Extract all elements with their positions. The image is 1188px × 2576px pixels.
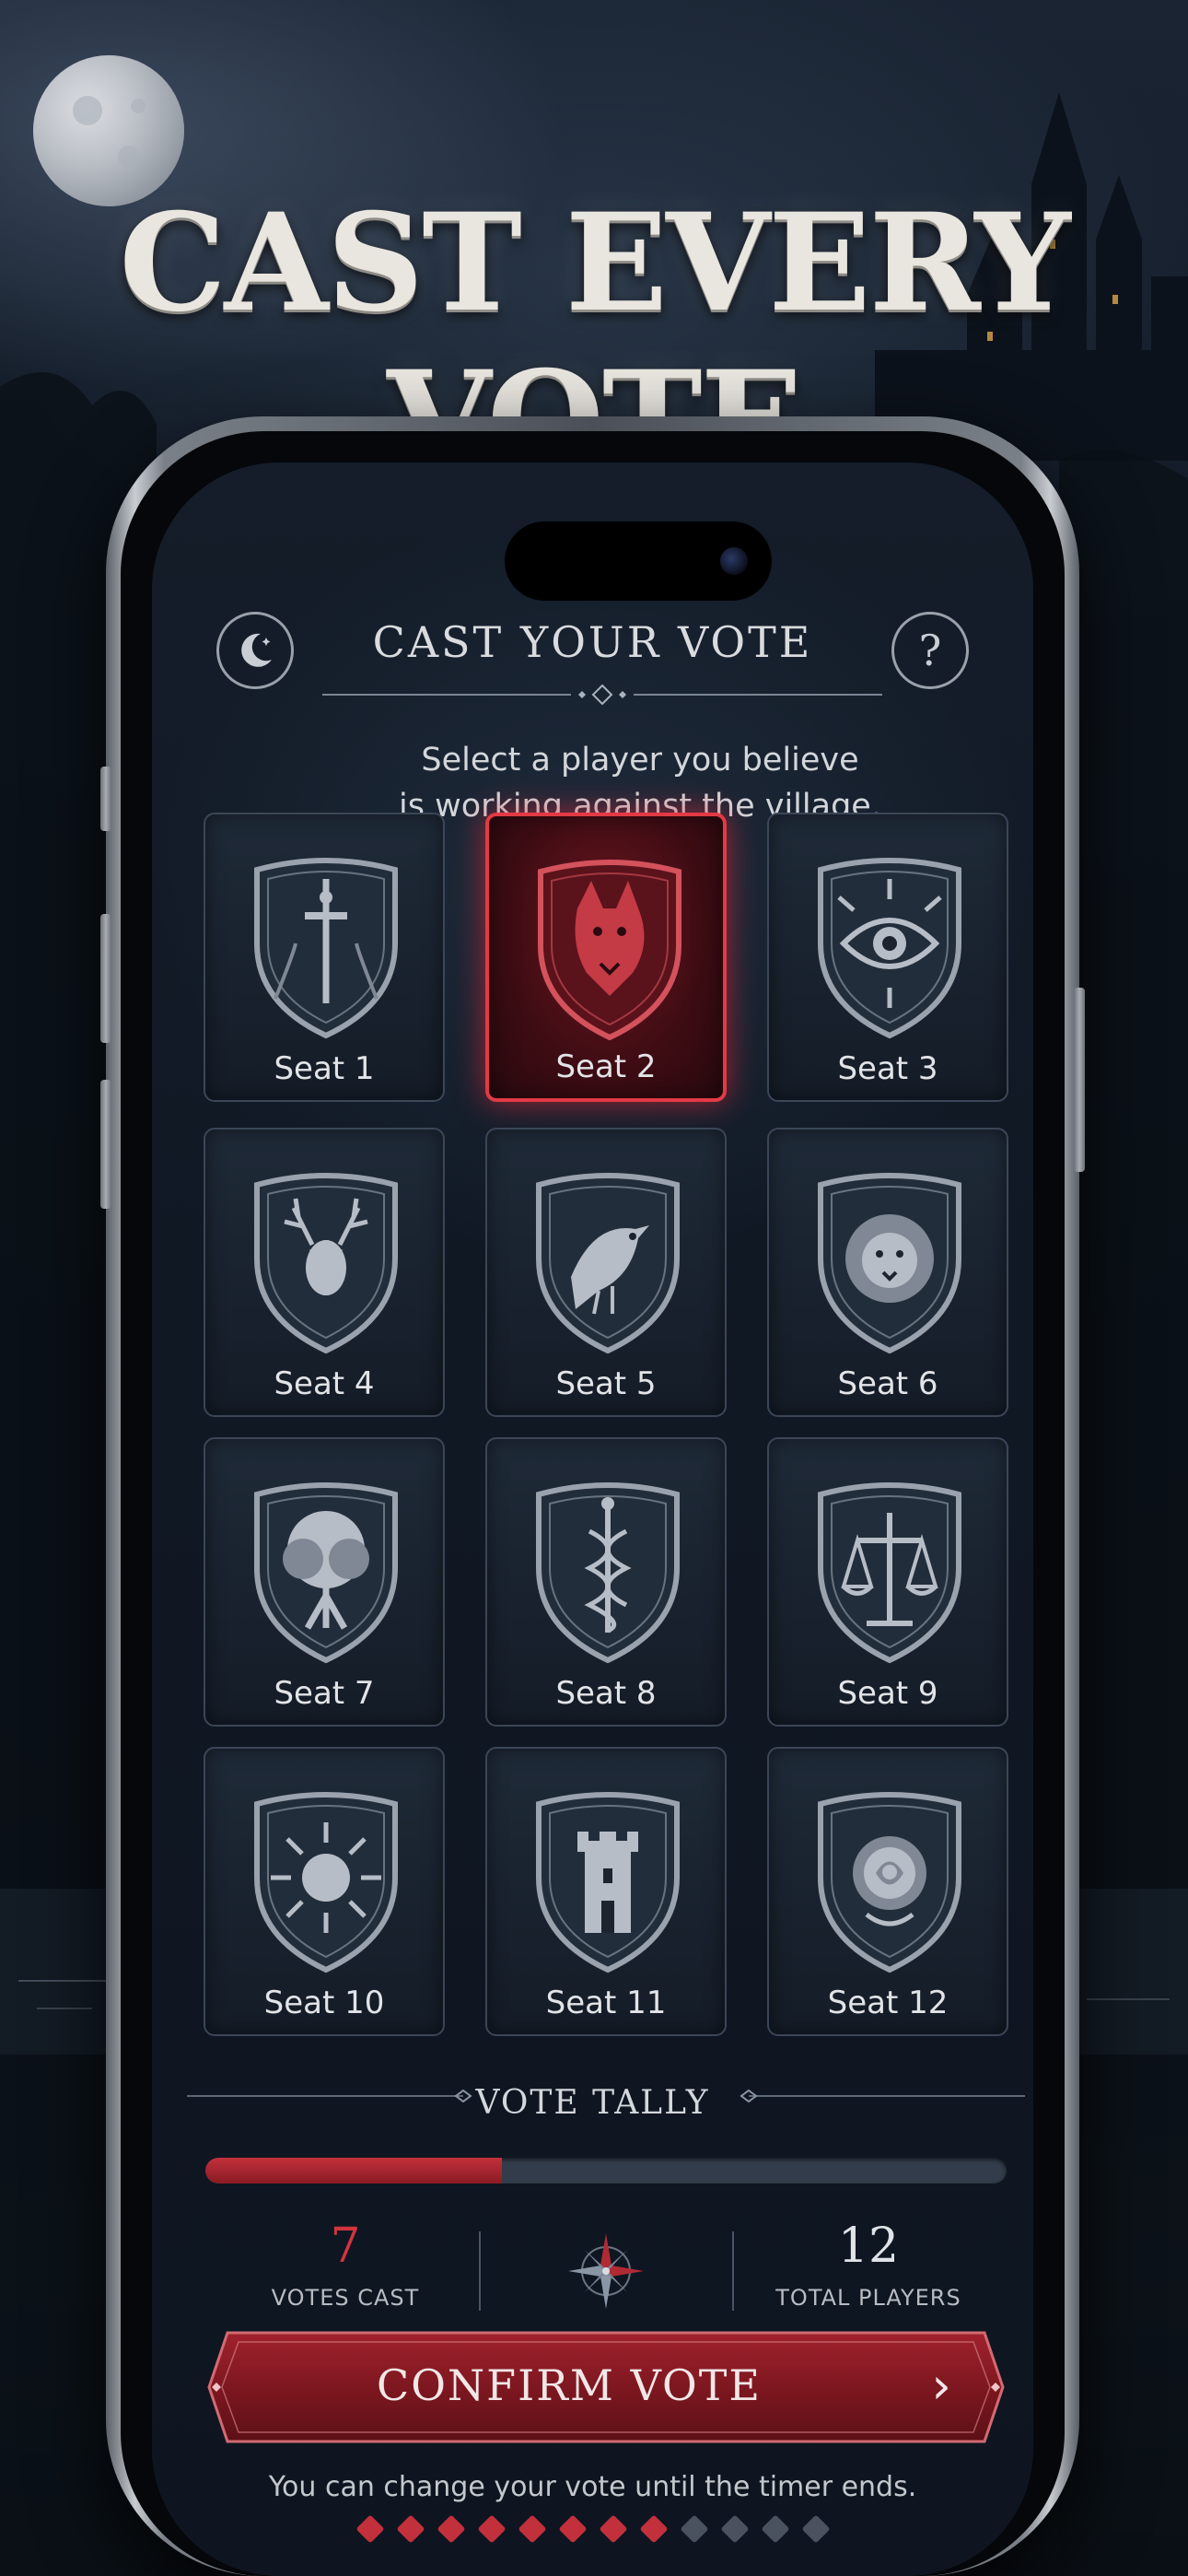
eye-icon (802, 842, 977, 1045)
seat-card-8[interactable]: Seat 8 (485, 1437, 727, 1727)
confirm-vote-label: CONFIRM VOTE (377, 2360, 762, 2410)
page-indicator-dot (800, 2514, 831, 2544)
total-players-value: 12 (837, 2219, 900, 2274)
seat-label: Seat 6 (837, 1365, 938, 1402)
seat-card-4[interactable]: Seat 4 (204, 1128, 445, 1417)
seat-label: Seat 7 (274, 1675, 375, 1712)
stag-icon (239, 1157, 413, 1360)
volume-down-button (100, 1080, 111, 1209)
phone-frame: ? CAST YOUR VOTE Select a player you bel… (100, 416, 1085, 2576)
seat-card-6[interactable]: Seat 6 (767, 1128, 1008, 1417)
raven-icon (520, 1157, 695, 1360)
seat-card-9[interactable]: Seat 9 (767, 1437, 1008, 1727)
page-indicator-dot (719, 2514, 750, 2544)
seat-label: Seat 10 (263, 1985, 385, 2021)
seat-label: Seat 8 (555, 1675, 657, 1712)
page-indicator-dot (557, 2514, 588, 2544)
tower-icon (520, 1776, 695, 1979)
page-indicator-dot (638, 2514, 669, 2544)
page-indicator-dot (760, 2514, 790, 2544)
seat-label: Seat 2 (555, 1048, 657, 1085)
volume-up-button (100, 914, 111, 1043)
compass-rose-icon (568, 2233, 644, 2309)
tree-icon (239, 1467, 413, 1669)
seat-card-2[interactable]: Seat 2 (485, 813, 727, 1102)
page-indicator-dot (598, 2514, 628, 2544)
seat-card-3[interactable]: Seat 3 (767, 813, 1008, 1102)
seat-label: Seat 4 (274, 1365, 375, 1402)
phone-bezel: ? CAST YOUR VOTE Select a player you bel… (121, 431, 1065, 2576)
votes-cast-value: 7 (330, 2219, 361, 2274)
seat-card-7[interactable]: Seat 7 (204, 1437, 445, 1727)
instruction-line-1: Select a player you believe (421, 742, 859, 779)
dynamic-island (505, 521, 772, 601)
page-indicator-dot (679, 2514, 709, 2544)
caduceus-icon (520, 1467, 695, 1669)
seat-card-1[interactable]: Seat 1 (204, 813, 445, 1102)
page-indicator-dot (517, 2514, 547, 2544)
app-screen: ? CAST YOUR VOTE Select a player you bel… (152, 463, 1033, 2576)
confirm-vote-button[interactable]: CONFIRM VOTE › (205, 2329, 1007, 2445)
seat-card-11[interactable]: Seat 11 (485, 1747, 727, 2036)
vote-change-note: You can change your vote until the timer… (268, 2471, 917, 2503)
rose-icon (802, 1776, 977, 1979)
seat-label: Seat 11 (545, 1985, 667, 2021)
total-players-label: TOTAL PLAYERS (775, 2285, 961, 2311)
seat-card-12[interactable]: Seat 12 (767, 1747, 1008, 2036)
stat-divider-left (479, 2231, 481, 2311)
tally-title: VOTE TALLY (475, 2084, 710, 2122)
seat-label: Seat 12 (827, 1985, 949, 2021)
page-indicator-dot (395, 2514, 425, 2544)
seat-label: Seat 5 (555, 1365, 657, 1402)
seat-card-5[interactable]: Seat 5 (485, 1128, 727, 1417)
seat-label: Seat 3 (837, 1050, 938, 1087)
wolf-icon (522, 844, 697, 1047)
page-indicator (152, 2514, 1033, 2544)
seat-label: Seat 1 (274, 1050, 375, 1087)
screen-title: CAST YOUR VOTE (372, 617, 813, 667)
title-divider (322, 684, 882, 706)
seat-card-10[interactable]: Seat 10 (204, 1747, 445, 2036)
vote-progress-fill (205, 2158, 502, 2184)
page-indicator-dot (355, 2514, 385, 2544)
action-button (100, 767, 111, 831)
sword-icon (239, 842, 413, 1045)
chevron-right-icon: › (931, 2357, 951, 2415)
page-indicator-dot (436, 2514, 466, 2544)
power-button (1074, 988, 1085, 1172)
votes-cast-label: VOTES CAST (271, 2285, 420, 2311)
scales-icon (802, 1467, 977, 1669)
seat-label: Seat 9 (837, 1675, 938, 1712)
lion-icon (802, 1157, 977, 1360)
vote-progress-bar (205, 2158, 1007, 2184)
camera-lens (720, 547, 748, 575)
page-indicator-dot (476, 2514, 507, 2544)
sun-icon (239, 1776, 413, 1979)
